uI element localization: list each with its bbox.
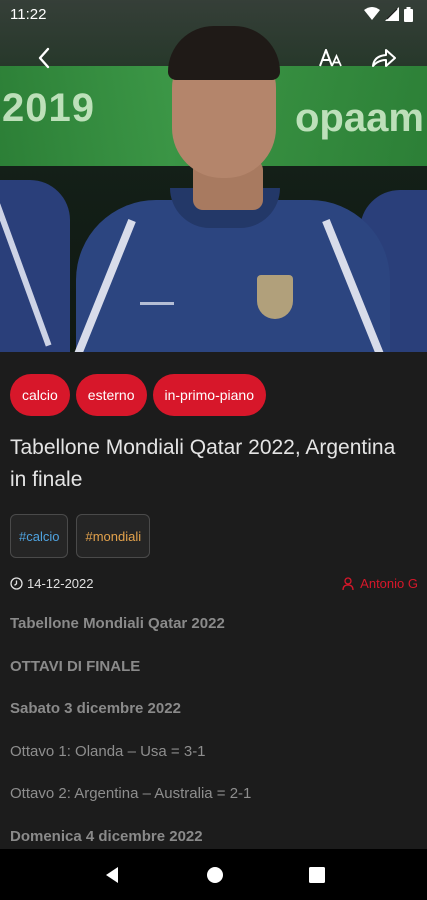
clock-icon	[10, 577, 23, 590]
article-date-text: 14-12-2022	[27, 576, 94, 591]
back-button[interactable]	[26, 40, 62, 76]
share-button[interactable]	[366, 40, 402, 76]
article-body: Tabellone Mondiali Qatar 2022 OTTAVI DI …	[10, 612, 418, 867]
back-triangle-icon[interactable]	[103, 866, 121, 884]
hero-banner-text-left: 2019	[2, 86, 95, 130]
hero-player-left	[0, 180, 70, 352]
article-meta: 14-12-2022 Antonio G	[10, 576, 418, 591]
status-bar: 11:22	[0, 0, 427, 28]
hashtag-chip[interactable]: #mondiali	[76, 514, 151, 558]
hashtag-list: #calcio #mondiali	[10, 514, 151, 558]
hero-shirt-brand-logo	[140, 285, 174, 305]
article-author-name: Antonio G	[360, 576, 418, 591]
article-title: Tabellone Mondiali Qatar 2022, Argentina…	[10, 436, 396, 491]
article-author[interactable]: Antonio G	[342, 576, 418, 591]
wifi-icon	[364, 7, 380, 20]
hero-banner-text-right: opaam	[295, 96, 424, 140]
text-size-icon	[319, 49, 342, 67]
category-chips: calcio esterno in-primo-piano	[10, 374, 266, 416]
category-chip[interactable]: esterno	[75, 374, 147, 416]
article-paragraph: OTTAVI DI FINALE	[10, 657, 141, 675]
hero-shirt-crest	[257, 275, 293, 319]
home-circle-icon[interactable]	[206, 866, 224, 884]
article-paragraph: Tabellone Mondiali Qatar 2022	[10, 615, 225, 632]
article-paragraph: Ottavo 1: Olanda – Usa = 3-1	[10, 742, 206, 760]
recents-square-icon[interactable]	[308, 866, 325, 883]
hashtag-chip[interactable]: #calcio	[10, 514, 69, 558]
cell-signal-icon	[385, 7, 399, 21]
article-paragraph: Ottavo 2: Argentina – Australia = 2-1	[10, 785, 252, 802]
article-date: 14-12-2022	[10, 576, 94, 591]
system-nav-bar	[0, 849, 427, 900]
category-chip[interactable]: calcio	[10, 374, 70, 416]
category-chip[interactable]: in-primo-piano	[152, 374, 266, 416]
status-time: 11:22	[10, 5, 47, 23]
article-paragraph: Sabato 3 dicembre 2022	[10, 700, 181, 717]
hero-image: 2019 opaam	[0, 0, 427, 352]
battery-icon	[404, 6, 413, 22]
status-icons	[364, 6, 413, 22]
text-size-button[interactable]	[313, 40, 349, 76]
chevron-left-icon	[38, 47, 50, 69]
share-icon	[372, 49, 396, 67]
person-icon	[342, 577, 354, 590]
